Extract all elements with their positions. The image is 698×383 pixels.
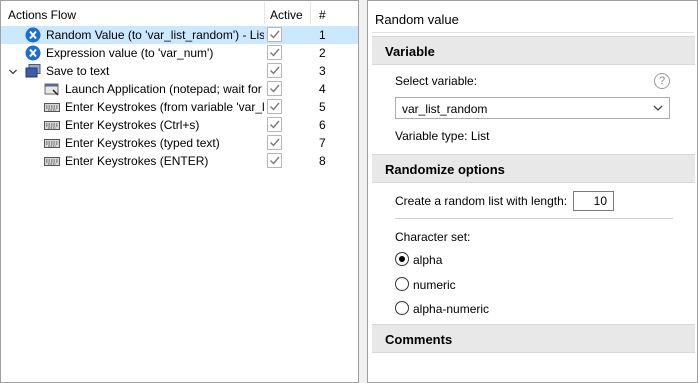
- radio-alpha[interactable]: [395, 252, 409, 266]
- action-label: Save to text: [46, 64, 110, 78]
- panel-title: Random value: [375, 12, 459, 27]
- active-checkbox[interactable]: [267, 27, 282, 42]
- flow-row[interactable]: Enter Keystrokes (typed text) 7: [1, 134, 358, 152]
- window-stack-icon: [25, 63, 41, 79]
- variable-x-icon: [25, 45, 41, 61]
- action-label: Enter Keystrokes (from variable 'var_lis: [65, 100, 264, 114]
- action-label: Enter Keystrokes (ENTER): [65, 154, 209, 168]
- row-number: 1: [319, 28, 326, 42]
- variable-select[interactable]: var_list_random: [395, 97, 670, 119]
- flow-header: Actions Flow Active #: [1, 1, 358, 26]
- row-number: 2: [319, 46, 326, 60]
- variable-type-text: Variable type: List: [395, 129, 490, 143]
- column-header-active[interactable]: Active: [270, 8, 303, 22]
- radio-selected-dot: [399, 256, 405, 262]
- keyboard-icon: [44, 153, 60, 169]
- flow-row[interactable]: Enter Keystrokes (from variable 'var_lis…: [1, 98, 358, 116]
- variable-select-value: var_list_random: [402, 102, 488, 116]
- action-label: Launch Application (notepad; wait for: [65, 82, 262, 96]
- section-title: Variable: [385, 44, 435, 59]
- radio-label-alpha-numeric[interactable]: alpha-numeric: [413, 302, 489, 316]
- flow-row[interactable]: Save to text 3: [1, 62, 358, 80]
- active-checkbox[interactable]: [267, 153, 282, 168]
- column-divider[interactable]: [310, 2, 311, 24]
- column-header-actions-flow[interactable]: Actions Flow: [8, 8, 76, 22]
- row-number: 8: [319, 154, 326, 168]
- column-divider[interactable]: [264, 2, 265, 24]
- radio-numeric[interactable]: [395, 277, 409, 291]
- active-checkbox[interactable]: [267, 81, 282, 96]
- keyboard-icon: [44, 117, 60, 133]
- action-label: Expression value (to 'var_num'): [46, 46, 214, 60]
- row-number: 3: [319, 64, 326, 78]
- variable-x-icon: [25, 27, 41, 43]
- active-checkbox[interactable]: [267, 135, 282, 150]
- active-checkbox[interactable]: [267, 99, 282, 114]
- flow-row[interactable]: Random Value (to 'var_list_random') - Li…: [1, 26, 358, 44]
- section-header-randomize[interactable]: Randomize options: [372, 154, 695, 183]
- keyboard-icon: [44, 135, 60, 151]
- flow-row[interactable]: Enter Keystrokes (Ctrl+s) 6: [1, 116, 358, 134]
- divider: [395, 218, 673, 219]
- list-length-input[interactable]: 10: [573, 191, 614, 211]
- flow-row[interactable]: Expression value (to 'var_num') 2: [1, 44, 358, 62]
- section-title: Randomize options: [385, 162, 505, 177]
- charset-label: Character set:: [395, 230, 471, 244]
- keyboard-icon: [44, 99, 60, 115]
- action-label: Random Value (to 'var_list_random') - Li…: [46, 28, 264, 42]
- row-number: 6: [319, 118, 326, 132]
- row-number: 7: [319, 136, 326, 150]
- chevron-down-icon: [653, 105, 663, 111]
- radio-label-alpha[interactable]: alpha: [413, 253, 442, 267]
- radio-alpha-numeric[interactable]: [395, 301, 409, 315]
- row-number: 4: [319, 82, 326, 96]
- section-header-comments[interactable]: Comments: [372, 324, 695, 353]
- active-checkbox[interactable]: [267, 63, 282, 78]
- select-variable-label: Select variable:: [395, 74, 478, 88]
- active-checkbox[interactable]: [267, 117, 282, 132]
- properties-pane: Random value Variable Select variable: ?…: [367, 0, 698, 383]
- flow-row[interactable]: Launch Application (notepad; wait for 4: [1, 80, 358, 98]
- flow-row[interactable]: Enter Keystrokes (ENTER) 8: [1, 152, 358, 170]
- radio-label-numeric[interactable]: numeric: [413, 278, 456, 292]
- title-divider: [372, 32, 694, 33]
- actions-flow-pane: Actions Flow Active # Random Value (to '…: [0, 0, 359, 383]
- list-length-label: Create a random list with length:: [395, 194, 568, 208]
- action-label: Enter Keystrokes (typed text): [65, 136, 220, 150]
- section-title: Comments: [385, 332, 453, 347]
- launch-app-icon: [44, 81, 60, 97]
- section-header-variable[interactable]: Variable: [372, 36, 695, 65]
- active-checkbox[interactable]: [267, 45, 282, 60]
- help-icon[interactable]: ?: [654, 73, 670, 89]
- column-header-number[interactable]: #: [319, 8, 326, 22]
- action-label: Enter Keystrokes (Ctrl+s): [65, 118, 200, 132]
- chevron-down-icon[interactable]: [8, 66, 18, 76]
- row-number: 5: [319, 100, 326, 114]
